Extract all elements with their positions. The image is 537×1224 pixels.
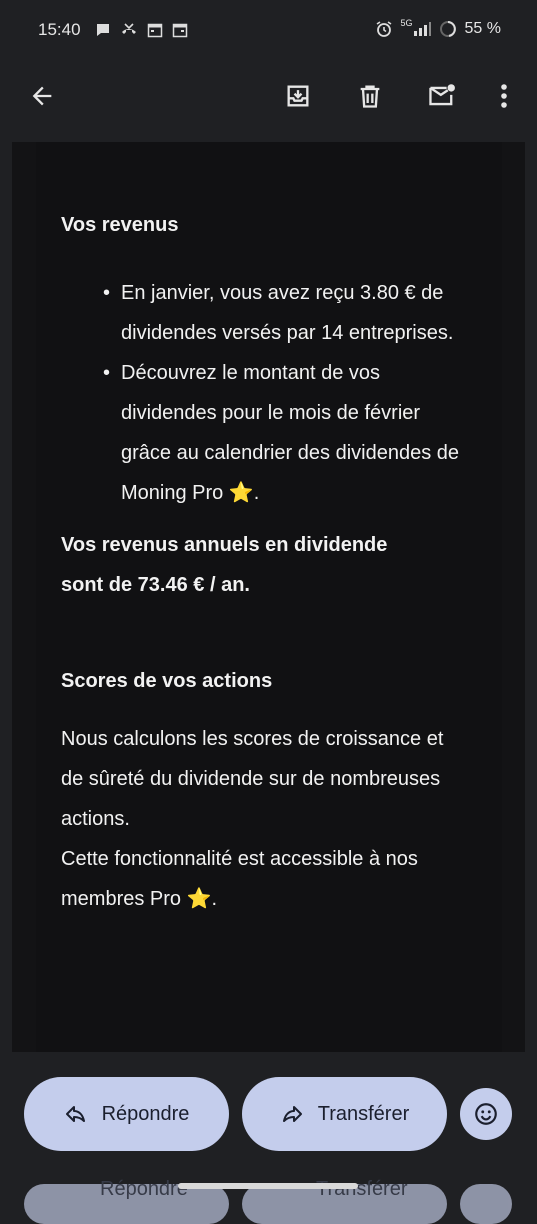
reply-icon [65,1106,85,1122]
battery-ring-icon [439,21,456,37]
emoji-reaction-button[interactable] [460,1088,512,1140]
list-item: En janvier, vous avez reçu 3.80 € de div… [103,273,461,353]
archive-icon [287,85,309,107]
mark-unread-icon [429,84,455,106]
star-emoji: ⭐ [186,888,212,910]
mark-unread-button[interactable] [422,76,462,116]
revenus-list: En janvier, vous avez reçu 3.80 € de div… [61,273,461,513]
chat-bubble-icon [97,24,109,36]
forward-label: Transférer [317,1102,410,1125]
forward-button[interactable]: Transférer [242,1077,447,1151]
ghost-emoji-button [460,1184,512,1224]
calendar-icon [172,23,188,38]
back-arrow-icon [32,86,52,106]
app-bar [0,62,537,142]
forward-icon [282,1106,302,1122]
scores-paragraph: Nous calculons les scores de croissance … [61,728,444,830]
missed-call-icon [122,23,136,34]
home-indicator[interactable] [178,1183,358,1189]
status-right: 5G 55 % [375,18,501,38]
delete-icon [360,85,380,108]
annual-revenue-line1: Vos revenus annuels en dividende [61,534,388,556]
archive-button[interactable] [278,76,318,116]
signal-icon [413,22,431,36]
alarm-icon [376,21,391,37]
notification-icons [95,22,188,38]
status-time: 15:40 [38,20,81,39]
email-content: Vos revenus En janvier, vous avez reçu 3… [61,209,461,919]
ghost-action-row: Répondre Transférer [0,1176,537,1224]
revenus-title: Vos revenus [61,214,179,236]
more-options-button[interactable] [488,76,520,116]
battery-percent: 55 % [464,20,501,37]
calendar-icon [147,23,163,38]
list-item: Découvrez le montant de vos dividendes p… [103,353,461,513]
scores-title: Scores de vos actions [61,670,273,692]
annual-revenue-line2: sont de 73.46 € / an. [61,574,250,596]
network-type: 5G [400,18,413,28]
reply-label: Répondre [101,1102,190,1125]
ghost-reply-button: Répondre [24,1178,229,1224]
scores-pro-paragraph: Cette fonctionnalité est accessible à no… [61,848,418,910]
status-bar: 15:40 5G 55 % [0,0,537,62]
ghost-forward-button: Transférer [242,1178,447,1224]
delete-button[interactable] [350,76,390,116]
reply-button[interactable]: Répondre [24,1077,229,1151]
smiley-icon [475,1103,497,1125]
star-emoji: ⭐ [228,482,254,504]
back-button[interactable] [22,76,62,116]
more-vert-icon [501,84,507,108]
